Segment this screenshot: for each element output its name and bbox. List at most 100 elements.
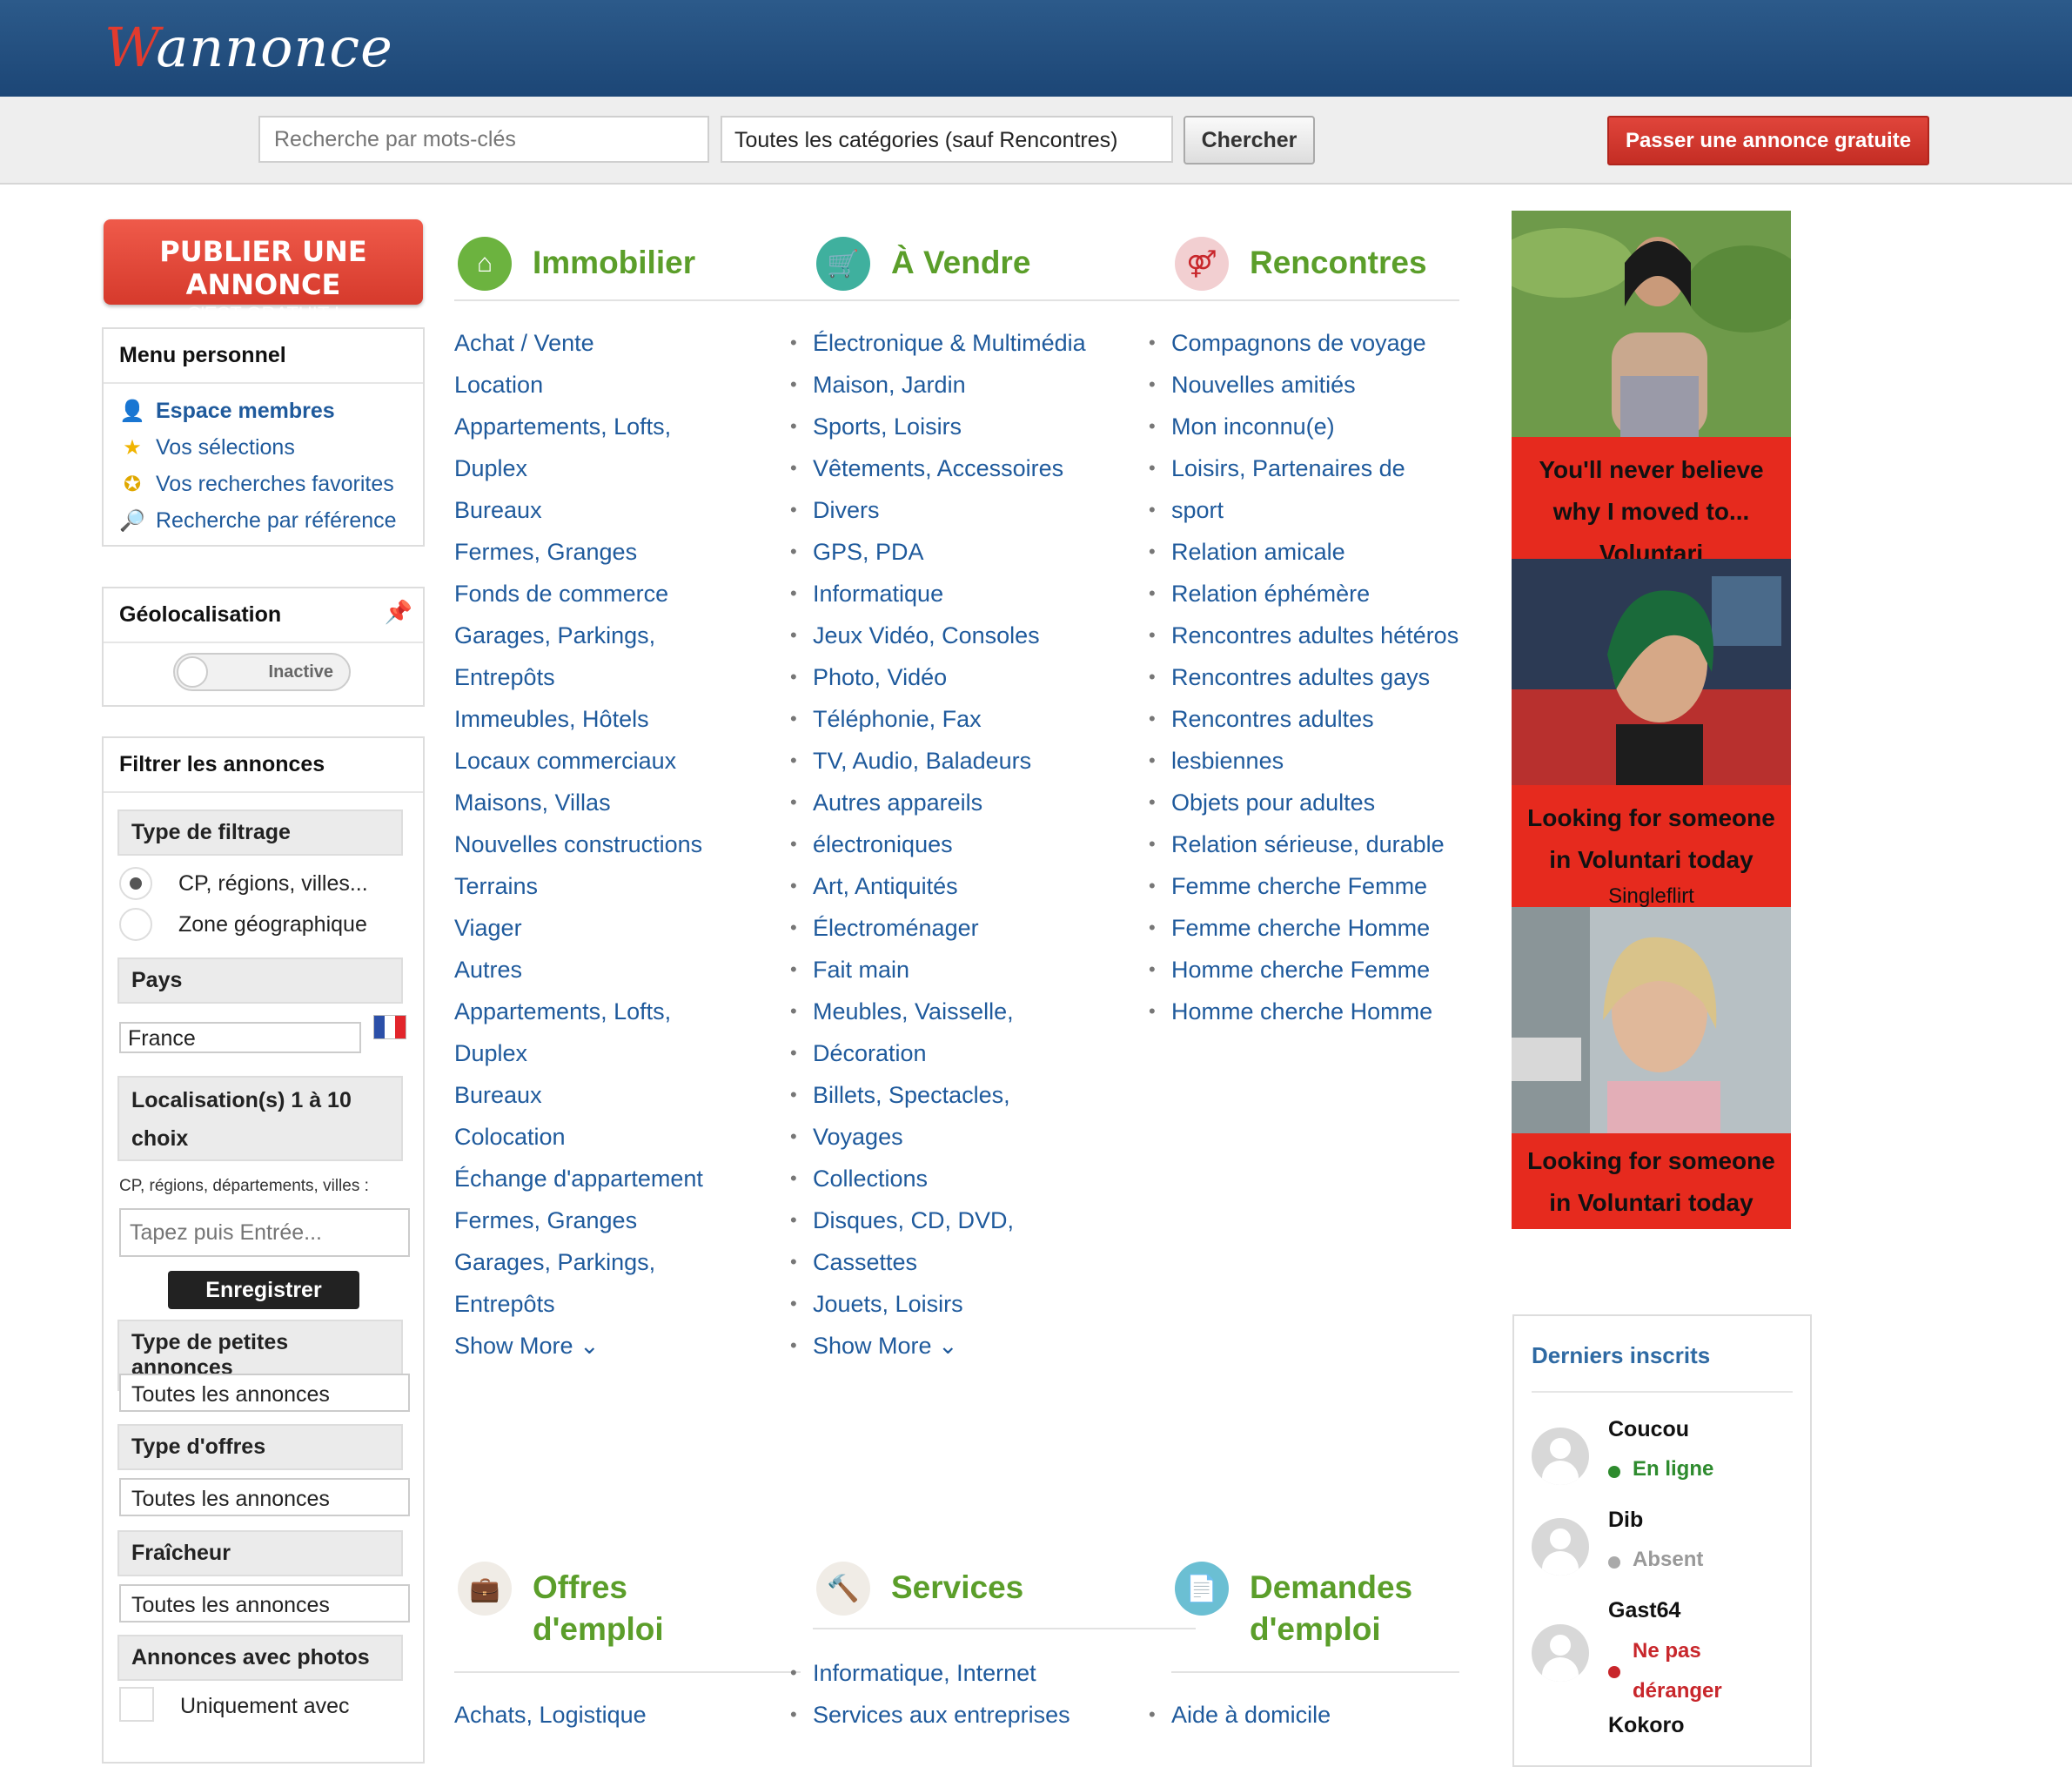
category-link[interactable]: Nouvelles amitiés [1149, 364, 1467, 406]
show-more-link[interactable]: Show More ⌄ [454, 1325, 794, 1367]
category-link[interactable]: Achats, Logistique [454, 1694, 794, 1736]
category-link[interactable]: Duplex [454, 447, 794, 489]
category-link[interactable]: électroniques [790, 823, 1152, 865]
ad-type-select[interactable]: Toutes les annonces [119, 1374, 410, 1412]
menu-item-saved-searches[interactable]: ✪ Vos recherches favorites [104, 466, 423, 502]
category-link[interactable]: Informatique [790, 573, 1152, 615]
category-link[interactable]: Cassettes [790, 1241, 1152, 1283]
category-link[interactable]: lesbiennes [1149, 740, 1467, 782]
category-link[interactable]: Rencontres adultes hétéros [1149, 615, 1467, 656]
photos-only-checkbox[interactable] [119, 1687, 154, 1722]
category-link[interactable]: Art, Antiquités [790, 865, 1152, 907]
country-select[interactable]: France [119, 1022, 361, 1053]
category-link[interactable]: Achat / Vente [454, 322, 794, 364]
ad-card-2[interactable]: Looking for someone in Voluntari today S… [1512, 559, 1791, 907]
category-link[interactable]: Fait main [790, 949, 1152, 991]
category-link[interactable]: Rencontres adultes [1149, 698, 1467, 740]
category-immobilier-header[interactable]: ⌂ Immobilier [458, 237, 695, 291]
keyword-search-input[interactable] [258, 116, 709, 163]
category-link[interactable]: Relation sérieuse, durable [1149, 823, 1467, 865]
category-link[interactable]: Autres appareils [790, 782, 1152, 823]
category-link[interactable]: Loisirs, Partenaires de [1149, 447, 1467, 489]
publish-ad-banner[interactable]: PUBLIER UNE ANNONCE C'EST GRATUIT ! [104, 219, 423, 325]
category-link[interactable]: Jeux Vidéo, Consoles [790, 615, 1152, 656]
category-link[interactable]: Appartements, Lofts, [454, 406, 794, 447]
category-link[interactable]: Jouets, Loisirs [790, 1283, 1152, 1325]
category-link[interactable]: Relation amicale [1149, 531, 1467, 573]
category-link[interactable]: Entrepôts [454, 656, 794, 698]
category-link[interactable]: Compagnons de voyage [1149, 322, 1467, 364]
category-link[interactable]: Garages, Parkings, [454, 1241, 794, 1283]
member-item[interactable]: Kokoro [1532, 1713, 1801, 1765]
category-link[interactable]: Disques, CD, DVD, [790, 1199, 1152, 1241]
category-link[interactable]: Terrains [454, 865, 794, 907]
category-link[interactable]: Fermes, Granges [454, 531, 794, 573]
category-link[interactable]: Maisons, Villas [454, 782, 794, 823]
category-link[interactable]: Meubles, Vaisselle, [790, 991, 1152, 1032]
category-link[interactable]: Nouvelles constructions [454, 823, 794, 865]
category-link[interactable]: Échange d'appartement [454, 1158, 794, 1199]
ad-card-3[interactable]: Looking for someone in Voluntari today [1512, 907, 1791, 1229]
category-link[interactable]: Locaux commerciaux [454, 740, 794, 782]
category-services-header[interactable]: 🔨 Services [816, 1562, 1023, 1616]
geolocation-toggle[interactable]: Inactive [173, 653, 351, 691]
ad-card-1[interactable]: You'll never believe why I moved to... V… [1512, 211, 1791, 559]
offer-type-select[interactable]: Toutes les annonces [119, 1478, 410, 1516]
post-ad-button[interactable]: Passer une annonce gratuite [1607, 116, 1929, 165]
radio-cp-regions[interactable]: CP, régions, villes... [119, 867, 368, 900]
search-button[interactable]: Chercher [1184, 116, 1315, 165]
category-avendre-header[interactable]: 🛒 À Vendre [816, 237, 1030, 291]
category-link[interactable]: Sports, Loisirs [790, 406, 1152, 447]
localisation-input[interactable] [119, 1208, 410, 1257]
category-select[interactable]: Toutes les catégories (sauf Rencontres) [721, 116, 1173, 163]
category-link[interactable]: Photo, Vidéo [790, 656, 1152, 698]
member-item[interactable]: Gast64 Ne pas déranger [1532, 1598, 1801, 1711]
category-link[interactable]: Décoration [790, 1032, 1152, 1074]
member-item[interactable]: Dib Absent [1532, 1508, 1801, 1595]
category-link[interactable]: Autres [454, 949, 794, 991]
category-link[interactable]: Homme cherche Femme [1149, 949, 1467, 991]
category-emploi-header[interactable]: 💼 Offres d'emploi [458, 1562, 664, 1650]
menu-item-reference-search[interactable]: 🔎 Recherche par référence [104, 502, 423, 539]
category-link[interactable]: Voyages [790, 1116, 1152, 1158]
category-link[interactable]: sport [1149, 489, 1467, 531]
category-link[interactable]: Duplex [454, 1032, 794, 1074]
category-link[interactable]: Femme cherche Homme [1149, 907, 1467, 949]
member-item[interactable]: Coucou En ligne [1532, 1417, 1801, 1504]
category-link[interactable]: Informatique, Internet [790, 1652, 1152, 1694]
category-link[interactable]: GPS, PDA [790, 531, 1152, 573]
category-link[interactable]: Vêtements, Accessoires [790, 447, 1152, 489]
category-link[interactable]: Mon inconnu(e) [1149, 406, 1467, 447]
category-link[interactable]: Colocation [454, 1116, 794, 1158]
category-link[interactable]: Location [454, 364, 794, 406]
radio-zone[interactable]: Zone géographique [119, 908, 367, 941]
show-more-link[interactable]: Show More ⌄ [790, 1325, 1152, 1367]
category-link[interactable]: Divers [790, 489, 1152, 531]
category-link[interactable]: Électronique & Multimédia [790, 322, 1152, 364]
category-demandes-header[interactable]: 📄 Demandes d'emploi [1175, 1562, 1412, 1650]
menu-item-selections[interactable]: ★ Vos sélections [104, 429, 423, 466]
category-link[interactable]: Viager [454, 907, 794, 949]
category-link[interactable]: Maison, Jardin [790, 364, 1152, 406]
category-link[interactable]: Bureaux [454, 1074, 794, 1116]
category-link[interactable]: Objets pour adultes [1149, 782, 1467, 823]
category-link[interactable]: Appartements, Lofts, [454, 991, 794, 1032]
category-link[interactable]: Services aux entreprises [790, 1694, 1152, 1736]
freshness-select[interactable]: Toutes les annonces [119, 1584, 410, 1623]
category-link[interactable]: Garages, Parkings, [454, 615, 794, 656]
category-link[interactable]: Fonds de commerce [454, 573, 794, 615]
site-logo[interactable]: Wannonce [104, 16, 393, 79]
category-link[interactable]: Bureaux [454, 489, 794, 531]
category-link[interactable]: Immeubles, Hôtels [454, 698, 794, 740]
category-link[interactable]: Femme cherche Femme [1149, 865, 1467, 907]
save-button[interactable]: Enregistrer [168, 1271, 359, 1309]
category-link[interactable]: TV, Audio, Baladeurs [790, 740, 1152, 782]
category-link[interactable]: Aide à domicile [1149, 1694, 1467, 1736]
category-link[interactable]: Fermes, Granges [454, 1199, 794, 1241]
menu-item-members[interactable]: 👤 Espace membres [104, 393, 423, 429]
category-rencontres-header[interactable]: ⚤ Rencontres [1175, 237, 1427, 291]
category-link[interactable]: Entrepôts [454, 1283, 794, 1325]
category-link[interactable]: Collections [790, 1158, 1152, 1199]
category-link[interactable]: Relation éphémère [1149, 573, 1467, 615]
category-link[interactable]: Rencontres adultes gays [1149, 656, 1467, 698]
